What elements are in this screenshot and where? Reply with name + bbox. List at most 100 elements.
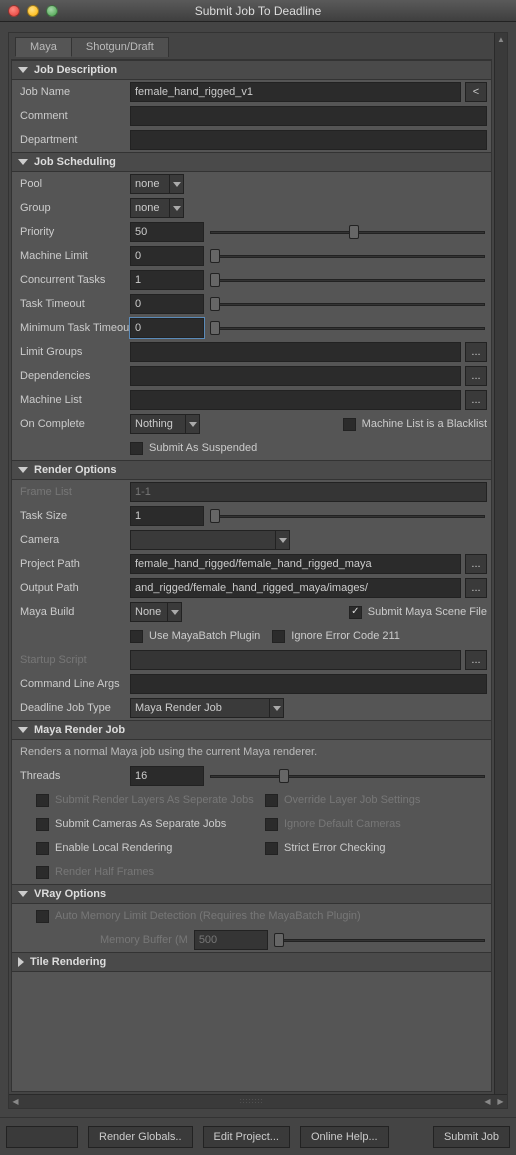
- machine-list-label: Machine List: [20, 394, 130, 406]
- online-help-button[interactable]: Online Help...: [300, 1126, 389, 1148]
- maya-build-select[interactable]: None: [130, 602, 168, 622]
- pool-label: Pool: [20, 178, 130, 190]
- dependencies-browse-button[interactable]: ...: [465, 366, 487, 386]
- camera-select-button[interactable]: [276, 530, 290, 550]
- project-path-browse-button[interactable]: ...: [465, 554, 487, 574]
- mayabatch-checkbox[interactable]: Use MayaBatch Plugin: [130, 630, 260, 643]
- concurrent-tasks-label: Concurrent Tasks: [20, 274, 130, 286]
- submit-cameras-checkbox[interactable]: Submit Cameras As Separate Jobs: [36, 818, 265, 831]
- panel-maya: Job Description Job Name < Comment Depar…: [11, 59, 492, 1092]
- frame-list-label: Frame List: [20, 486, 130, 498]
- auto-memory-label: Auto Memory Limit Detection (Requires th…: [55, 910, 361, 922]
- section-job-description[interactable]: Job Description: [12, 60, 491, 80]
- machine-list-browse-button[interactable]: ...: [465, 390, 487, 410]
- threads-input[interactable]: [130, 766, 204, 786]
- group-select-button[interactable]: [170, 198, 184, 218]
- concurrent-tasks-slider[interactable]: [210, 270, 487, 290]
- maya-build-label: Maya Build: [20, 606, 130, 618]
- limit-groups-input[interactable]: [130, 342, 461, 362]
- machine-limit-input[interactable]: [130, 246, 204, 266]
- min-task-timeout-slider[interactable]: [210, 318, 487, 338]
- comment-input[interactable]: [130, 106, 487, 126]
- ignore-211-checkbox[interactable]: Ignore Error Code 211: [272, 630, 400, 643]
- submit-job-button[interactable]: Submit Job: [433, 1126, 510, 1148]
- task-size-slider[interactable]: [210, 506, 487, 526]
- memory-buffer-slider: [274, 930, 487, 950]
- checkbox-icon: [349, 606, 362, 619]
- section-maya-render-job[interactable]: Maya Render Job: [12, 720, 491, 740]
- concurrent-tasks-input[interactable]: [130, 270, 204, 290]
- chevron-down-icon: [18, 159, 28, 165]
- submit-scene-checkbox[interactable]: Submit Maya Scene File: [349, 606, 487, 619]
- department-input[interactable]: [130, 130, 487, 150]
- startup-script-input: [130, 650, 461, 670]
- section-vray-options[interactable]: VRay Options: [12, 884, 491, 904]
- memory-buffer-label: Memory Buffer (M: [100, 934, 188, 946]
- on-complete-select-button[interactable]: [186, 414, 200, 434]
- chevron-down-icon: [18, 891, 28, 897]
- section-render-options[interactable]: Render Options: [12, 460, 491, 480]
- threads-slider[interactable]: [210, 766, 487, 786]
- camera-select[interactable]: [130, 530, 276, 550]
- tab-maya[interactable]: Maya: [15, 37, 72, 57]
- output-path-browse-button[interactable]: ...: [465, 578, 487, 598]
- on-complete-select[interactable]: Nothing: [130, 414, 186, 434]
- scroll-up-icon[interactable]: ▲: [495, 33, 507, 46]
- output-path-input[interactable]: [130, 578, 461, 598]
- vertical-scrollbar[interactable]: ▲: [494, 33, 507, 1094]
- dependencies-label: Dependencies: [20, 370, 130, 382]
- jobtype-label: Deadline Job Type: [20, 702, 130, 714]
- resize-grip-icon[interactable]: ::::::::: [22, 1098, 481, 1105]
- limit-groups-label: Limit Groups: [20, 346, 130, 358]
- submit-suspended-checkbox[interactable]: Submit As Suspended: [130, 442, 257, 455]
- task-timeout-slider[interactable]: [210, 294, 487, 314]
- job-name-reset-button[interactable]: <: [465, 82, 487, 102]
- jobtype-select-button[interactable]: [270, 698, 284, 718]
- priority-input[interactable]: [130, 222, 204, 242]
- scroll-left-icon[interactable]: ◀: [9, 1097, 22, 1106]
- local-rendering-checkbox[interactable]: Enable Local Rendering: [36, 842, 265, 855]
- strict-error-checkbox[interactable]: Strict Error Checking: [265, 842, 385, 855]
- half-frames-checkbox: Render Half Frames: [36, 866, 154, 879]
- auto-memory-checkbox: Auto Memory Limit Detection (Requires th…: [36, 910, 361, 923]
- render-layers-checkbox: Submit Render Layers As Seperate Jobs: [36, 794, 265, 807]
- startup-script-browse-button[interactable]: ...: [465, 650, 487, 670]
- blacklist-checkbox-label: Machine List is a Blacklist: [362, 418, 487, 430]
- startup-script-label: Startup Script: [20, 654, 130, 666]
- task-timeout-input[interactable]: [130, 294, 204, 314]
- pool-select-button[interactable]: [170, 174, 184, 194]
- maya-build-select-button[interactable]: [168, 602, 182, 622]
- pipeline-tools-button[interactable]: [6, 1126, 78, 1148]
- tab-shotgun[interactable]: Shotgun/Draft: [71, 37, 169, 57]
- group-select[interactable]: none: [130, 198, 170, 218]
- task-size-label: Task Size: [20, 510, 130, 522]
- min-task-timeout-input[interactable]: [130, 318, 204, 338]
- render-globals-button[interactable]: Render Globals..: [88, 1126, 193, 1148]
- priority-slider[interactable]: [210, 222, 487, 242]
- cmdline-input[interactable]: [130, 674, 487, 694]
- machine-limit-slider[interactable]: [210, 246, 487, 266]
- department-label: Department: [20, 134, 130, 146]
- section-job-scheduling[interactable]: Job Scheduling: [12, 152, 491, 172]
- dependencies-input[interactable]: [130, 366, 461, 386]
- checkbox-icon: [343, 418, 356, 431]
- horizontal-scrollbar[interactable]: ◀ :::::::: ◀ ▶: [9, 1094, 507, 1108]
- jobtype-select[interactable]: Maya Render Job: [130, 698, 270, 718]
- scroll-right-icon[interactable]: ▶: [494, 1097, 507, 1106]
- edit-project-button[interactable]: Edit Project...: [203, 1126, 290, 1148]
- half-frames-label: Render Half Frames: [55, 866, 154, 878]
- task-size-input[interactable]: [130, 506, 204, 526]
- limit-groups-browse-button[interactable]: ...: [465, 342, 487, 362]
- machine-list-input[interactable]: [130, 390, 461, 410]
- section-tile-rendering[interactable]: Tile Rendering: [12, 952, 491, 972]
- mayajob-desc: Renders a normal Maya job using the curr…: [20, 746, 317, 758]
- blacklist-checkbox[interactable]: Machine List is a Blacklist: [343, 418, 487, 431]
- job-name-input[interactable]: [130, 82, 461, 102]
- threads-label: Threads: [20, 770, 130, 782]
- project-path-input[interactable]: [130, 554, 461, 574]
- ignore-default-cameras-checkbox: Ignore Default Cameras: [265, 818, 401, 831]
- override-layer-label: Override Layer Job Settings: [284, 794, 420, 806]
- scroll-left2-icon[interactable]: ◀: [481, 1097, 494, 1106]
- pool-select[interactable]: none: [130, 174, 170, 194]
- section-title: Render Options: [34, 464, 117, 476]
